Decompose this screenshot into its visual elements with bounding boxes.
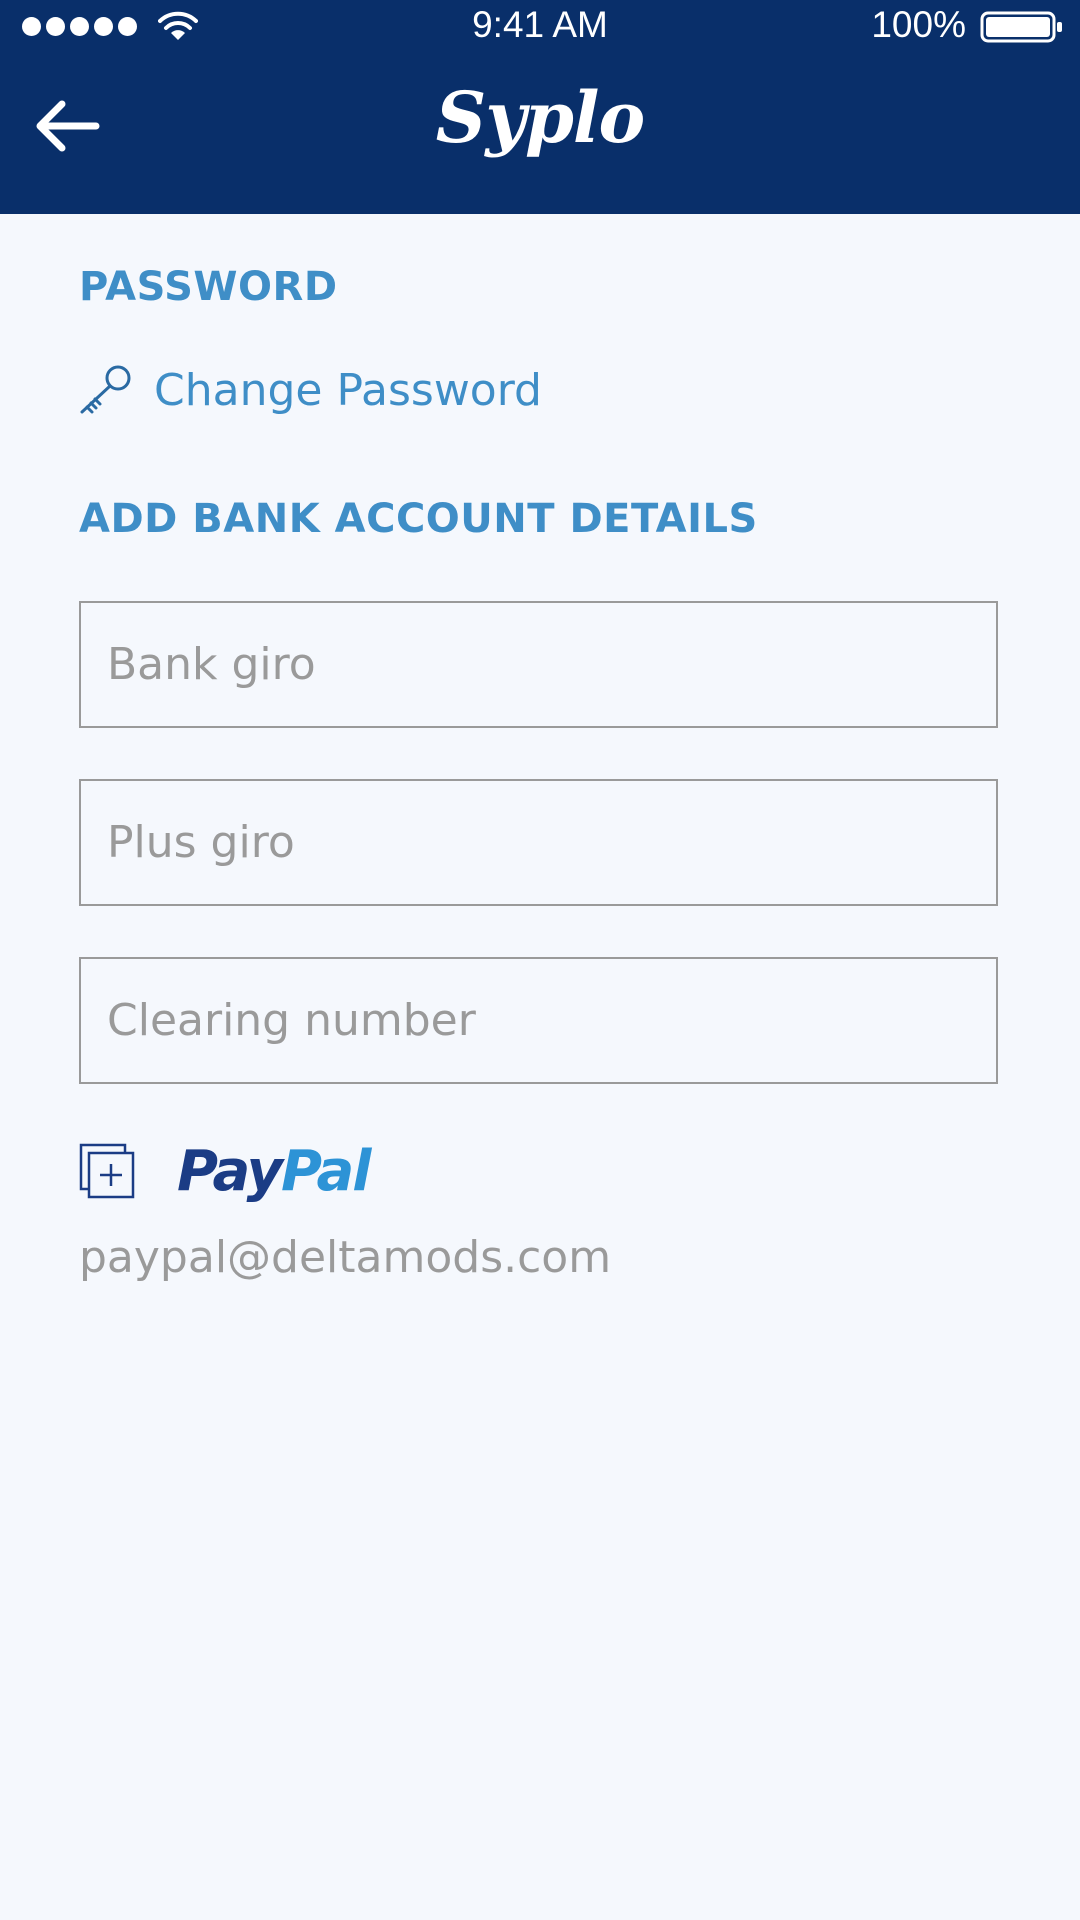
paypal-email: paypal@deltamods.com (79, 1232, 612, 1283)
key-icon (80, 365, 131, 414)
change-password-button[interactable]: Change Password (78, 360, 542, 420)
status-bar: 9:41 AM 100% (0, 0, 1080, 54)
bank-section-heading: ADD BANK ACCOUNT DETAILS (79, 496, 758, 542)
battery-full-icon (980, 11, 1062, 43)
battery-percentage: 100% (871, 4, 966, 45)
bank-giro-input[interactable] (79, 601, 998, 728)
app-header: 9:41 AM 100% Syplo (0, 0, 1080, 214)
app-title: Syplo (435, 76, 645, 159)
plus-giro-input[interactable] (79, 779, 998, 906)
clearing-number-input[interactable] (79, 957, 998, 1084)
paypal-row: PayPal (79, 1136, 371, 1206)
paypal-logo: PayPal (177, 1138, 371, 1204)
add-copy-icon[interactable] (79, 1143, 135, 1199)
change-password-label: Change Password (154, 364, 542, 416)
password-section-heading: PASSWORD (79, 264, 338, 310)
paypal-logo-pay: Pay (177, 1138, 283, 1204)
paypal-logo-pal: Pal (281, 1138, 371, 1204)
